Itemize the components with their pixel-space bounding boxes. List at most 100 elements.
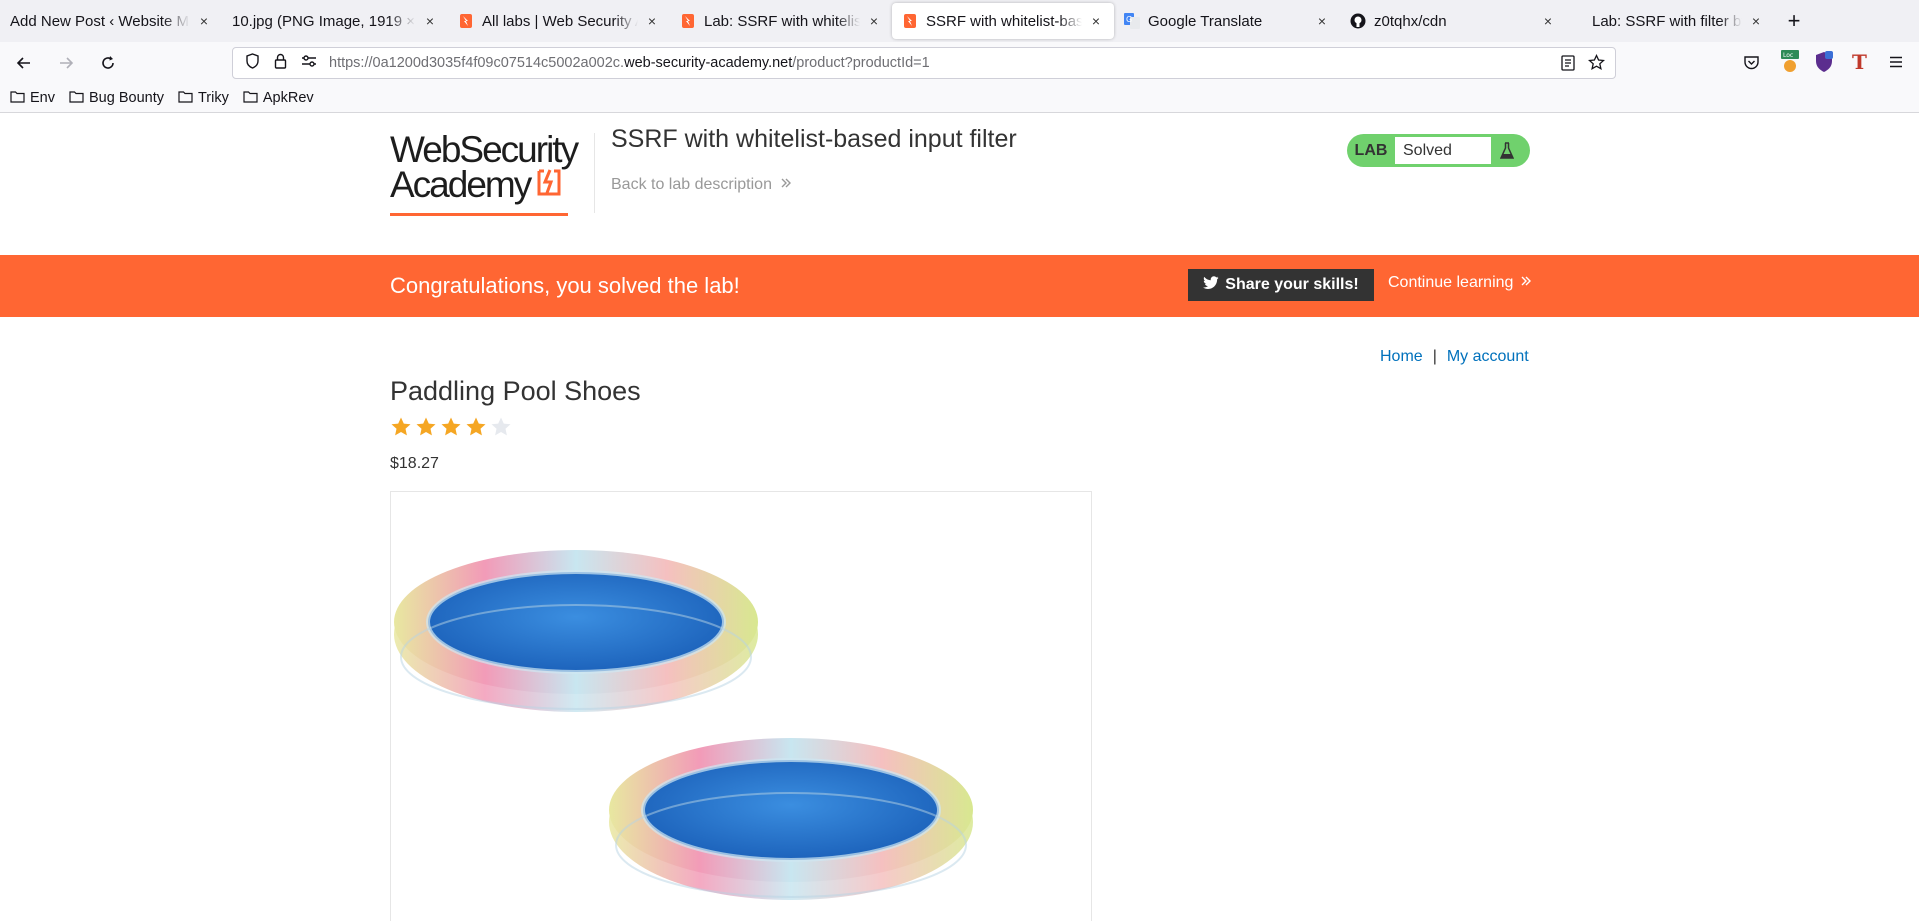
forward-arrow-icon[interactable] (50, 47, 82, 79)
folder-icon (243, 90, 258, 107)
congratulations-text: Congratulations, you solved the lab! (390, 273, 740, 298)
double-chevron-icon (1518, 274, 1532, 291)
tab-png-image[interactable]: 10.jpg (PNG Image, 1919 × 9 × (222, 0, 448, 42)
logo-line-1: WebSecurity (390, 129, 579, 170)
svg-text:Loc: Loc (1783, 52, 1793, 59)
star-filled-icon (466, 417, 486, 436)
tab-title: All labs | Web Security Ac (482, 12, 638, 30)
url-prefix: https://0a1200d3035f4f09c07514c5002a002c… (329, 55, 625, 71)
tab-github-cdn[interactable]: z0tqhx/cdn × (1340, 0, 1566, 42)
folder-icon (178, 90, 193, 107)
folder-icon (69, 90, 84, 107)
svg-text:G: G (1126, 15, 1132, 24)
bookmark-folder-bug-bounty[interactable]: Bug Bounty (69, 90, 164, 107)
url-bar[interactable]: https://0a1200d3035f4f09c07514c5002a002c… (232, 47, 1616, 79)
top-navigation: Home | My account (1380, 348, 1529, 366)
tab-title: Lab: SSRF with whitelist-b (704, 12, 860, 30)
page-content: WebSecurity Academy SSRF with whitelist-… (0, 113, 1919, 921)
tab-title: Google Translate (1148, 12, 1263, 30)
back-link-label: Back to lab description (611, 176, 772, 193)
url-security-icons (233, 53, 329, 73)
close-icon[interactable]: × (1088, 13, 1104, 29)
home-link[interactable]: Home (1380, 348, 1423, 366)
nav-separator: | (1432, 348, 1437, 365)
tab-title: Lab: SSRF with filter bypass v (1592, 12, 1742, 30)
share-skills-button[interactable]: Share your skills! (1188, 269, 1374, 301)
extension-shield-icon[interactable] (1814, 51, 1834, 78)
close-icon[interactable]: × (1748, 13, 1764, 29)
star-filled-icon (416, 417, 436, 436)
bookmark-folder-env[interactable]: Env (10, 90, 55, 107)
permissions-icon[interactable] (301, 53, 317, 73)
url-path: /product?productId=1 (792, 55, 930, 71)
url-domain: web-security-academy.net (624, 55, 793, 71)
twitter-icon (1203, 275, 1219, 295)
close-icon[interactable]: × (196, 13, 212, 29)
tab-google-translate[interactable]: G Google Translate × (1114, 0, 1340, 42)
bookmark-label: Bug Bounty (89, 90, 164, 106)
product-title: Paddling Pool Shoes (390, 376, 641, 406)
tab-lab-ssrf-whitelist[interactable]: Lab: SSRF with whitelist-b × (670, 0, 892, 42)
new-tab-button[interactable]: + (1774, 0, 1814, 42)
logo-line-2-row: Academy (390, 163, 590, 205)
reload-icon[interactable] (92, 47, 124, 79)
lab-status-widget: LAB Solved (1347, 134, 1530, 167)
continue-learning-label: Continue learning (1388, 274, 1514, 291)
bookmark-folder-apkrev[interactable]: ApkRev (243, 90, 314, 107)
tab-ssrf-whitelist-active[interactable]: SSRF with whitelist-based × (892, 3, 1114, 39)
logo-underline (390, 213, 568, 216)
extension-locale-icon[interactable]: Loc (1779, 50, 1801, 79)
double-chevron-icon (776, 176, 792, 193)
bookmarks-toolbar: Env Bug Bounty Triky ApkRev (0, 84, 1919, 113)
continue-learning-link[interactable]: Continue learning (1388, 274, 1532, 292)
tab-title: Add New Post ‹ Website Men (10, 12, 190, 30)
back-arrow-icon[interactable] (8, 47, 40, 79)
bookmark-label: ApkRev (262, 90, 314, 106)
google-translate-icon: G (1124, 13, 1140, 29)
lab-title: SSRF with whitelist-based input filter (611, 125, 1017, 153)
pocket-icon[interactable] (1743, 54, 1760, 76)
back-to-lab-description-link[interactable]: Back to lab description (611, 176, 792, 194)
product-image (390, 491, 1092, 921)
tab-add-new-post[interactable]: Add New Post ‹ Website Men × (0, 0, 222, 42)
share-skills-label: Share your skills! (1225, 276, 1359, 293)
star-empty-icon (491, 417, 511, 436)
portswigger-icon (680, 13, 696, 29)
close-icon[interactable]: × (1314, 13, 1330, 29)
lock-icon[interactable] (274, 53, 287, 73)
portswigger-icon (458, 13, 474, 29)
shield-icon[interactable] (245, 53, 260, 73)
menu-icon[interactable] (1888, 54, 1904, 75)
tab-title: 10.jpg (PNG Image, 1919 × 9 (232, 12, 416, 30)
solved-banner: Congratulations, you solved the lab! Sha… (0, 255, 1919, 317)
bolt-icon (536, 167, 562, 202)
close-icon[interactable]: × (422, 13, 438, 29)
bookmark-label: Triky (197, 90, 229, 106)
reader-view-icon[interactable] (1561, 55, 1575, 75)
nav-bar: https://0a1200d3035f4f09c07514c5002a002c… (0, 42, 1919, 84)
bookmark-folder-triky[interactable]: Triky (178, 90, 229, 107)
logo-line-2: Academy (390, 163, 532, 205)
portswigger-icon (902, 13, 918, 29)
web-security-academy-logo[interactable]: WebSecurity Academy (390, 129, 590, 219)
close-icon[interactable]: × (644, 13, 660, 29)
tab-strip: Add New Post ‹ Website Men × 10.jpg (PNG… (0, 0, 1919, 42)
my-account-link[interactable]: My account (1447, 348, 1529, 366)
header-divider (594, 133, 595, 213)
bookmark-star-icon[interactable] (1587, 53, 1606, 75)
paddling-pool-image (394, 550, 973, 900)
product-rating (390, 416, 512, 438)
lab-state: Solved (1395, 137, 1491, 164)
tab-all-labs[interactable]: All labs | Web Security Ac × (448, 0, 670, 42)
tab-title: z0tqhx/cdn (1374, 12, 1447, 30)
product-price: $18.27 (390, 455, 439, 472)
star-filled-icon (391, 417, 411, 436)
folder-icon (10, 90, 25, 107)
flask-icon (1491, 137, 1523, 164)
github-icon (1350, 13, 1366, 29)
tab-ssrf-filter-bypass[interactable]: Lab: SSRF with filter bypass v × (1566, 0, 1774, 42)
star-filled-icon (441, 417, 461, 436)
extension-t-icon[interactable]: T (1852, 50, 1867, 74)
close-icon[interactable]: × (1540, 13, 1556, 29)
close-icon[interactable]: × (866, 13, 882, 29)
